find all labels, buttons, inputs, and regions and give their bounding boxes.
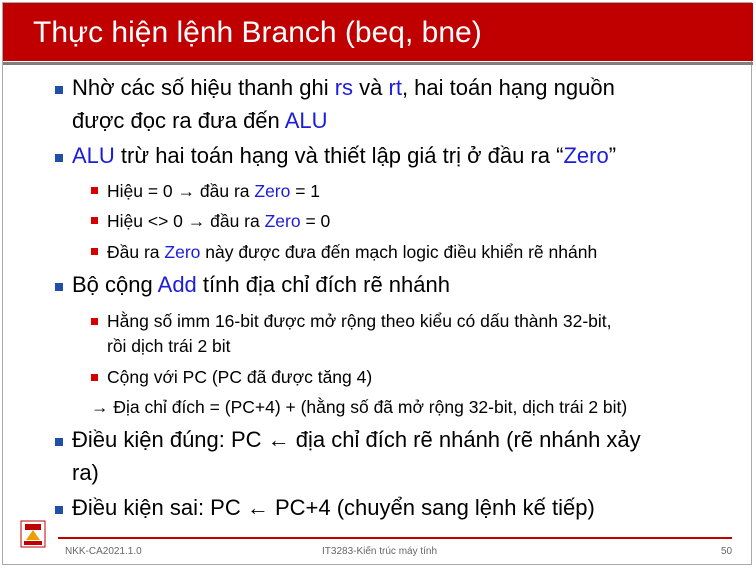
keyword-alu: ALU <box>284 108 328 133</box>
bullet-2: ALU trừ hai toán hạng và thiết lập giá t… <box>72 143 616 169</box>
bullet-3-sub-2: Cộng với PC (PC đã được tăng 4) <box>107 367 373 387</box>
text-run: Đầu ra <box>107 242 165 262</box>
footer-divider <box>58 537 732 539</box>
keyword-alu: ALU <box>72 143 115 168</box>
bullet-marker <box>55 438 63 446</box>
keyword-add: Add <box>157 272 197 297</box>
bullet-marker <box>55 154 63 162</box>
text-run: Hiệu <> 0 → đầu ra <box>107 211 265 231</box>
text-run: = 1 <box>290 181 321 201</box>
bullet-5: Điều kiện sai: PC ← PC+4 (chuyển sang lệ… <box>72 495 595 520</box>
keyword-zero: Zero <box>264 211 301 231</box>
footer-center: IT3283-Kiến trúc máy tính <box>322 546 438 557</box>
text-run: , hai toán hạng nguồn <box>401 75 615 100</box>
keyword-zero: Zero <box>164 242 201 262</box>
bullet-1-line-2: được đọc ra đưa đến ALU <box>72 108 327 134</box>
sub-bullet-marker <box>91 217 98 224</box>
bullet-2-sub-3: Đầu ra Zero này được đưa đến mạch logic … <box>107 241 597 263</box>
text-run: = 0 <box>300 211 331 231</box>
keyword-zero: Zero <box>254 181 291 201</box>
bullet-1-line-1: Nhờ các số hiệu thanh ghi rs và rt, hai … <box>72 75 615 101</box>
bullet-4-line-2: ra) <box>72 460 99 485</box>
keyword-zero: Zero <box>563 143 609 168</box>
bullet-3: Bộ cộng Add tính địa chỉ đích rẽ nhánh <box>72 272 450 298</box>
bullet-3-result: → Địa chỉ đích = (PC+4) + (hằng số đã mở… <box>91 397 628 417</box>
keyword-rs: rs <box>334 75 354 100</box>
bullet-marker <box>55 506 63 514</box>
text-run: được đọc ra đưa đến <box>72 108 285 133</box>
bullet-marker <box>55 86 63 94</box>
text-run: tính địa chỉ đích rẽ nhánh <box>196 272 450 297</box>
bullet-2-sub-1: Hiệu = 0 → đầu ra Zero = 1 <box>107 180 320 202</box>
keyword-rt: rt <box>388 75 402 100</box>
slide-title: Thực hiện lệnh Branch (beq, bne) <box>33 16 482 49</box>
text-run: Hiệu = 0 → đầu ra <box>107 181 255 201</box>
text-run: trừ hai toán hạng và thiết lập giá trị ở… <box>114 143 564 168</box>
text-run: và <box>353 75 389 100</box>
footer-left: NKK-CA2021.1.0 <box>65 546 142 557</box>
page-number: 50 <box>721 546 733 557</box>
text-run: này được đưa đến mạch logic điều khiển r… <box>200 242 598 262</box>
sub-bullet-marker <box>91 187 98 194</box>
sub-bullet-marker <box>91 318 98 325</box>
title-bar: Thực hiện lệnh Branch (beq, bne) <box>3 3 753 61</box>
sub-bullet-marker <box>91 248 98 255</box>
bullet-3-sub-1-line-1: Hằng số imm 16-bit được mở rộng theo kiể… <box>107 311 612 331</box>
text-run: ” <box>608 143 617 168</box>
bullet-4-line-1: Điều kiện đúng: PC ← địa chỉ đích rẽ nhá… <box>72 427 641 452</box>
bullet-2-sub-2: Hiệu <> 0 → đầu ra Zero = 0 <box>107 210 330 232</box>
title-divider <box>3 62 753 65</box>
text-run: Bộ cộng <box>72 272 158 297</box>
sub-bullet-marker <box>91 374 98 381</box>
university-logo-icon <box>20 520 46 548</box>
bullet-3-sub-1-line-2: rồi dịch trái 2 bit <box>107 336 231 356</box>
bullet-marker <box>55 283 63 291</box>
text-run: Nhờ các số hiệu thanh ghi <box>72 75 335 100</box>
